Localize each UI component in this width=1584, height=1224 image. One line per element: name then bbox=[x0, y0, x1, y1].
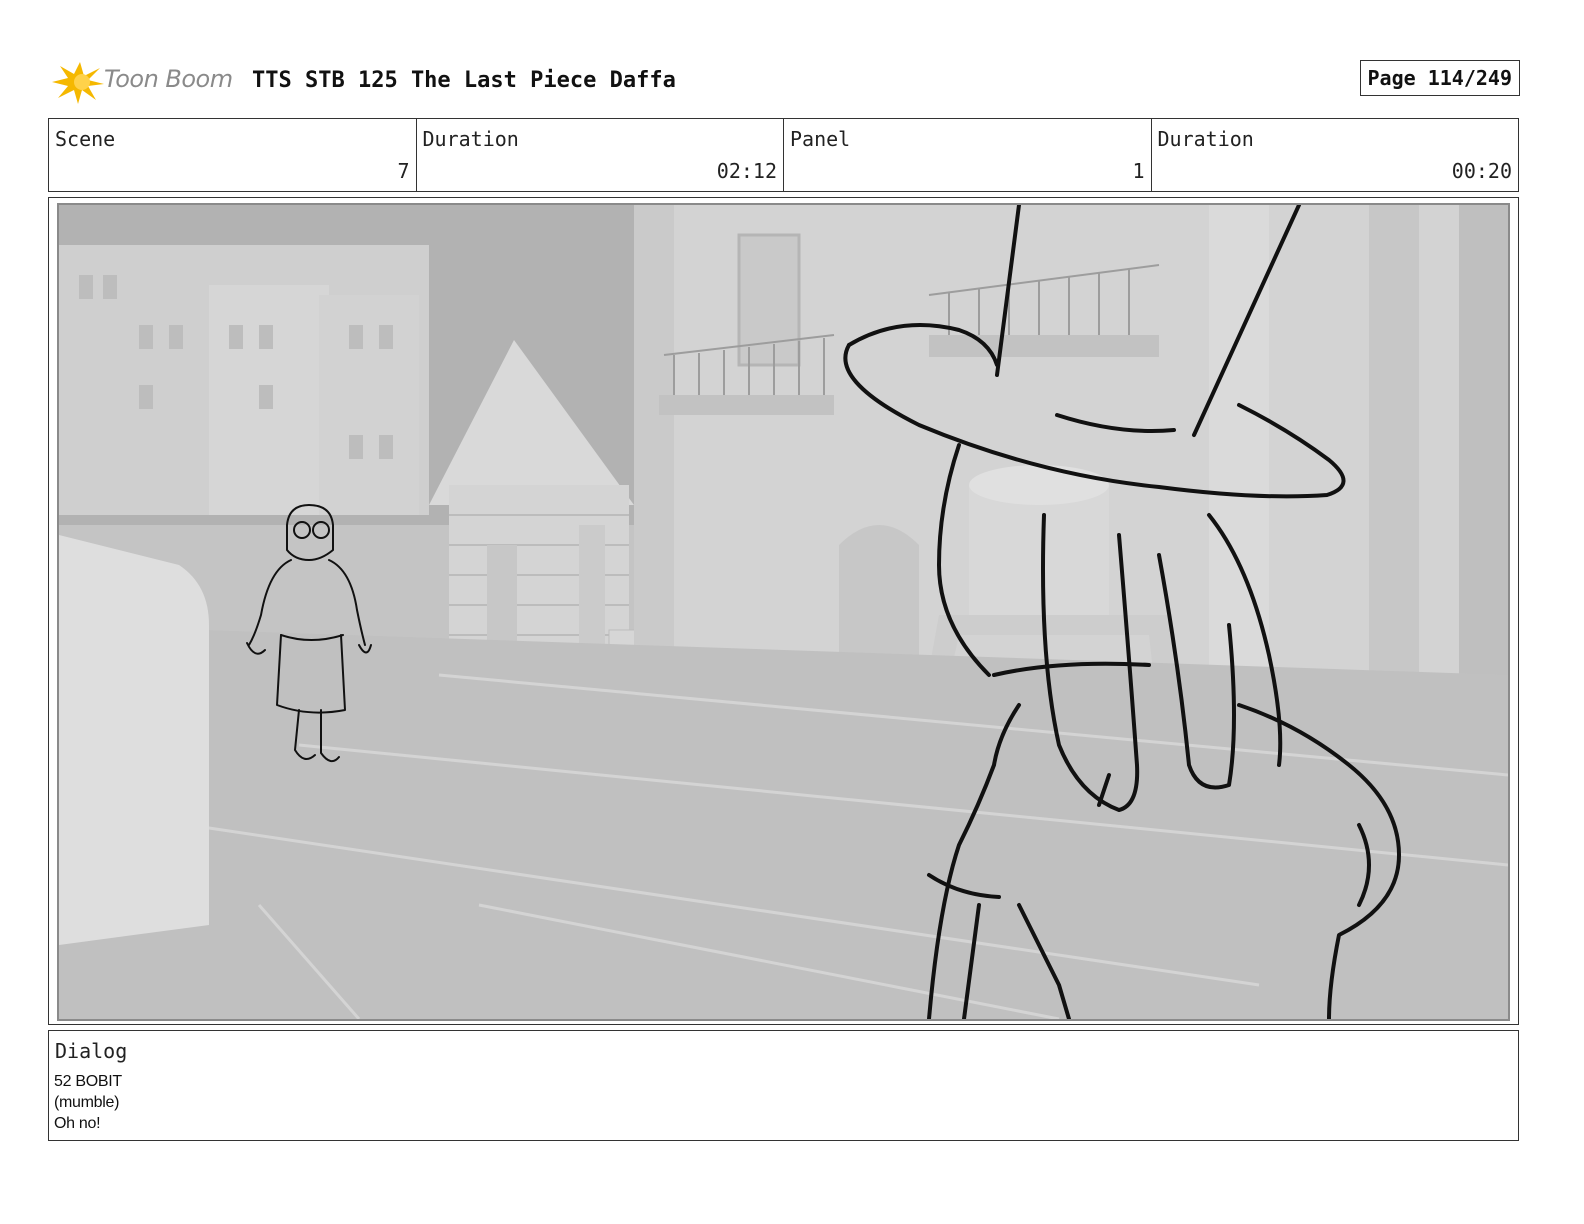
panel-value: 1 bbox=[1132, 159, 1145, 183]
document-title: TTS STB 125 The Last Piece Daffa bbox=[252, 68, 676, 93]
panel-duration-label: Duration bbox=[1157, 127, 1254, 151]
dialog-lines: 52 BOBIT (mumble) Oh no! bbox=[54, 1071, 122, 1134]
dialog-line-speech: Oh no! bbox=[54, 1115, 101, 1132]
panel-duration-value: 00:20 bbox=[1451, 159, 1512, 183]
dialog-box: Dialog 52 BOBIT (mumble) Oh no! bbox=[48, 1030, 1519, 1141]
scene-duration-value: 02:12 bbox=[716, 159, 777, 183]
logo-text: Toon Boom bbox=[104, 65, 233, 93]
panel-label: Panel bbox=[790, 127, 851, 151]
panel-cell: Panel 1 bbox=[784, 119, 1152, 191]
scene-duration-cell: Duration 02:12 bbox=[417, 119, 784, 191]
starburst-icon bbox=[52, 62, 104, 104]
page-header: Toon Boom TTS STB 125 The Last Piece Daf… bbox=[48, 56, 1520, 106]
dialog-label: Dialog bbox=[55, 1039, 128, 1063]
scene-value: 7 bbox=[397, 159, 410, 183]
storyboard-panel-frame bbox=[48, 197, 1519, 1025]
dialog-line-character: 52 BOBIT bbox=[54, 1073, 122, 1090]
scene-label: Scene bbox=[55, 127, 116, 151]
storyboard-panel-image bbox=[57, 203, 1510, 1021]
scene-cell: Scene 7 bbox=[49, 119, 417, 191]
scene-info-table: Scene 7 Duration 02:12 Panel 1 Duration … bbox=[48, 118, 1519, 192]
dialog-line-parenthetical: (mumble) bbox=[54, 1094, 120, 1111]
toon-boom-logo: Toon Boom bbox=[48, 56, 248, 106]
scene-duration-label: Duration bbox=[422, 127, 519, 151]
panel-illustration bbox=[59, 205, 1508, 1019]
page-number: Page 114/249 bbox=[1359, 60, 1520, 96]
panel-duration-cell: Duration 00:20 bbox=[1152, 119, 1519, 191]
